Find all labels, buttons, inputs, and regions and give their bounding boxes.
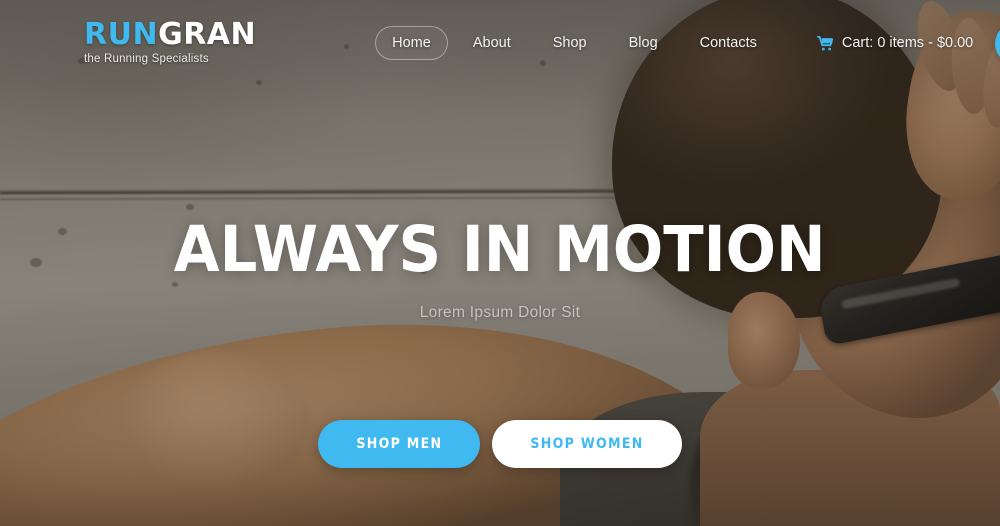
shop-men-button[interactable]: SHOP MEN: [318, 420, 481, 468]
cart-label: Cart: 0 items - $0.00: [841, 35, 974, 51]
nav-item-about[interactable]: About: [456, 26, 528, 60]
nav-item-contacts[interactable]: Contacts: [683, 26, 774, 60]
shop-up-button[interactable]: SHOP UP: [995, 22, 1000, 64]
main-navigation: Home About Shop Blog Contacts: [375, 26, 774, 60]
logo-text-gran: GRAN: [158, 17, 257, 53]
logo-wordmark: RUNGRAN: [84, 20, 256, 50]
shop-women-button[interactable]: SHOP WOMEN: [492, 420, 682, 468]
nav-item-home[interactable]: Home: [375, 26, 448, 60]
logo-tagline: the Running Specialists: [84, 53, 209, 66]
nav-item-shop[interactable]: Shop: [536, 26, 604, 60]
cart-widget[interactable]: Cart: 0 items - $0.00: [817, 35, 973, 51]
shopping-cart-icon: [817, 35, 833, 50]
page-root: RUNGRAN the Running Specialists Home Abo…: [0, 0, 1000, 526]
logo-text-run: RUN: [84, 17, 159, 53]
nav-item-blog[interactable]: Blog: [612, 26, 675, 60]
hero-cta-row: SHOP MEN SHOP WOMEN: [0, 420, 1000, 468]
site-header: RUNGRAN the Running Specialists Home Abo…: [0, 0, 1000, 86]
site-logo[interactable]: RUNGRAN the Running Specialists: [84, 20, 256, 66]
